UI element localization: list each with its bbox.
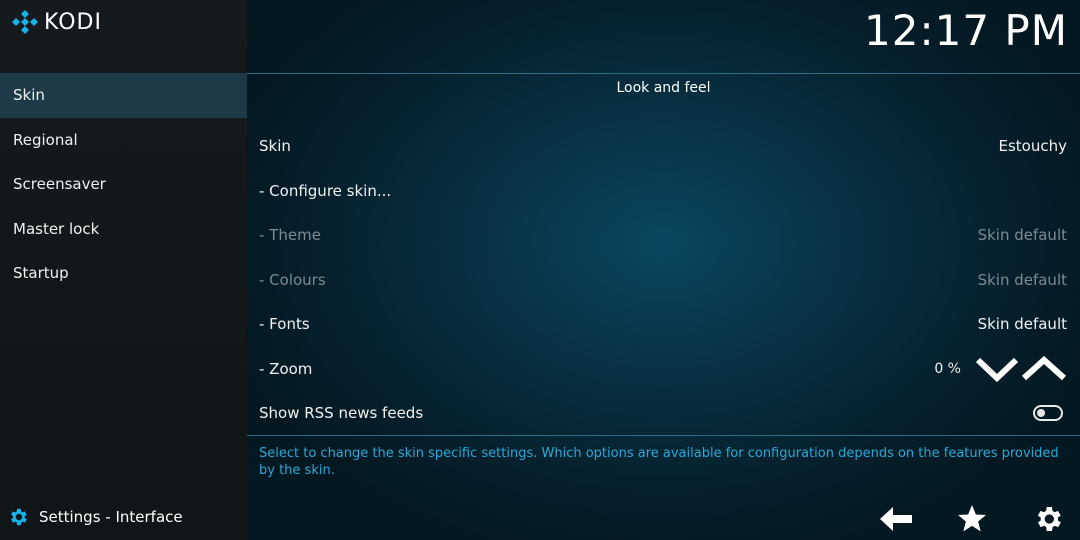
help-text: Select to change the skin specific setti… [259, 446, 1059, 478]
setting-show-rss-feeds[interactable]: Show RSS news feeds [247, 391, 1080, 436]
divider-top [247, 73, 1080, 74]
sidebar: KODI Skin Regional Screensaver Master lo… [0, 0, 247, 540]
footer-toolbar [838, 501, 1066, 537]
sidebar-item-regional[interactable]: Regional [0, 118, 247, 163]
gear-icon [11, 508, 27, 526]
setting-colours[interactable]: - Colours Skin default [247, 258, 1080, 303]
breadcrumb: Settings - Interface [7, 506, 183, 528]
chevron-up-icon[interactable] [1021, 355, 1067, 382]
breadcrumb-label: Settings - Interface [39, 508, 183, 526]
sidebar-item-screensaver[interactable]: Screensaver [0, 162, 247, 207]
kodi-logo[interactable]: KODI [12, 8, 102, 36]
options-button[interactable] [1030, 501, 1066, 537]
sidebar-item-startup[interactable]: Startup [0, 251, 247, 296]
back-arrow-icon [880, 507, 912, 531]
setting-label: - Colours [259, 270, 326, 289]
setting-skin[interactable]: Skin Estouchy [247, 124, 1080, 169]
zoom-value: 0 % [934, 360, 961, 377]
setting-value: Skin default [977, 270, 1067, 289]
setting-fonts[interactable]: - Fonts Skin default [247, 302, 1080, 347]
back-button[interactable] [878, 501, 914, 537]
setting-label: - Configure skin... [259, 181, 392, 200]
setting-label: - Fonts [259, 315, 310, 334]
rss-toggle[interactable] [1033, 405, 1063, 422]
setting-zoom[interactable]: - Zoom 0 % [247, 347, 1080, 392]
setting-label: Skin [259, 137, 291, 156]
category-list: Skin Regional Screensaver Master lock St… [0, 73, 247, 296]
setting-value: Estouchy [998, 137, 1068, 156]
gear-icon [1037, 507, 1061, 531]
setting-label: Show RSS news feeds [259, 404, 424, 423]
settings-list: Skin Estouchy - Configure skin... - Them… [247, 124, 1080, 436]
setting-value: Skin default [977, 226, 1067, 245]
setting-configure-skin[interactable]: - Configure skin... [247, 169, 1080, 214]
star-icon [958, 505, 986, 532]
sidebar-item-master-lock[interactable]: Master lock [0, 207, 247, 252]
sidebar-item-skin[interactable]: Skin [0, 73, 247, 118]
kodi-logo-icon [12, 10, 38, 34]
clock: 12:17 PM [864, 6, 1068, 55]
chevron-down-icon[interactable] [975, 356, 1019, 382]
setting-label: - Zoom [259, 359, 313, 378]
zoom-spinner: 0 % [934, 355, 1067, 382]
setting-label: - Theme [259, 226, 321, 245]
toggle-knob [1037, 409, 1045, 418]
section-title: Look and feel [616, 80, 711, 96]
favourites-button[interactable] [954, 501, 990, 537]
logo-text: KODI [44, 9, 102, 35]
setting-theme[interactable]: - Theme Skin default [247, 213, 1080, 258]
setting-value: Skin default [977, 315, 1067, 334]
divider-bottom [247, 435, 1080, 436]
